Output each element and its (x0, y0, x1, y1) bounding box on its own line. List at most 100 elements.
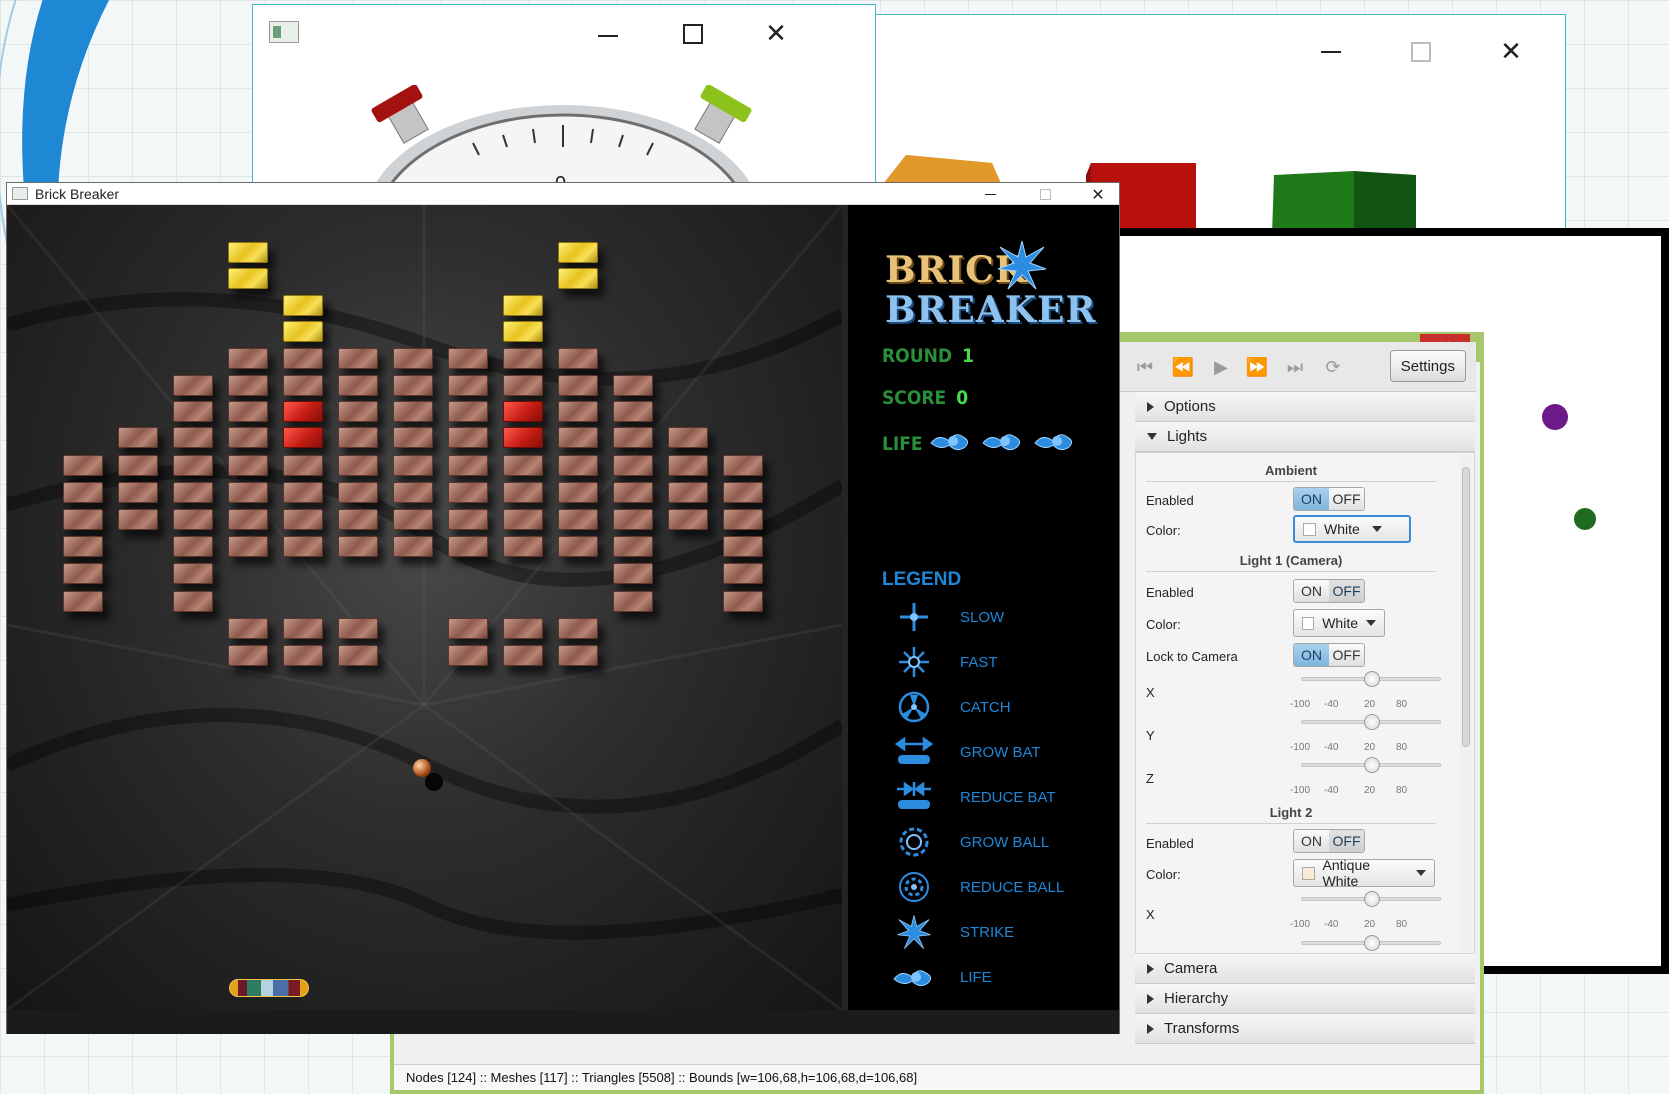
brick (393, 482, 433, 503)
ball (413, 759, 431, 777)
brick (448, 536, 488, 557)
fast-forward-icon[interactable]: ⏩ (1242, 352, 1272, 382)
minimize-button[interactable] (975, 183, 1005, 205)
loop-icon[interactable]: ⟳ (1318, 352, 1348, 382)
rewind-icon[interactable]: ⏪ (1168, 352, 1198, 382)
slider-thumb[interactable] (1364, 757, 1380, 773)
light2-x-slider[interactable] (1301, 891, 1441, 907)
light1-x-slider[interactable] (1301, 671, 1441, 687)
brick-breaker-window: Brick Breaker ✕ BRICK BREAKER ROUND 1 SC… (6, 182, 1120, 1034)
skip-end-icon[interactable]: ⏭ (1280, 352, 1310, 382)
toggle-off[interactable]: OFF (1329, 644, 1364, 666)
toggle-on[interactable]: ON (1294, 580, 1329, 602)
ambient-enabled-toggle[interactable]: ON OFF (1293, 487, 1365, 511)
tick-label: -100 (1290, 699, 1311, 710)
slider-thumb[interactable] (1364, 671, 1380, 687)
brick (613, 563, 653, 584)
brick (558, 509, 598, 530)
brick (63, 482, 103, 503)
minimize-button[interactable] (1316, 37, 1346, 67)
options-pane[interactable]: Options (1135, 392, 1475, 422)
close-button[interactable]: ✕ (1496, 37, 1526, 67)
toggle-off[interactable]: OFF (1329, 580, 1364, 602)
divider (1146, 571, 1436, 572)
brick (613, 509, 653, 530)
game-playfield[interactable] (7, 205, 842, 1010)
maximize-button[interactable] (678, 19, 708, 49)
lock-to-camera-label: Lock to Camera (1146, 649, 1238, 664)
brick-red (503, 427, 543, 448)
close-button[interactable]: ✕ (761, 19, 791, 49)
brick (228, 375, 268, 396)
slider-thumb[interactable] (1364, 935, 1380, 951)
lock-to-camera-toggle[interactable]: ON OFF (1293, 643, 1365, 667)
toggle-off[interactable]: OFF (1329, 488, 1364, 510)
light2-enabled-toggle[interactable]: ON OFF (1293, 829, 1365, 853)
brick (668, 455, 708, 476)
tick-label: -40 (1324, 742, 1339, 753)
legend-label: REDUCE BALL (960, 878, 1065, 896)
tick-label: -40 (1324, 699, 1339, 710)
light2-y-slider[interactable] (1301, 935, 1441, 951)
ambient-title: Ambient (1265, 463, 1317, 478)
light1-y-slider[interactable] (1301, 714, 1441, 730)
strike-icon (892, 912, 936, 952)
brick (118, 455, 158, 476)
brick (613, 375, 653, 396)
slider-thumb[interactable] (1364, 891, 1380, 907)
brick (173, 375, 213, 396)
divider (1146, 481, 1436, 482)
toggle-on[interactable]: ON (1294, 830, 1329, 852)
ambient-color-picker[interactable]: White (1293, 515, 1411, 543)
brick (228, 509, 268, 530)
toggle-off[interactable]: OFF (1329, 830, 1364, 852)
paddle[interactable] (229, 979, 309, 997)
hierarchy-pane[interactable]: Hierarchy (1135, 984, 1475, 1014)
close-button[interactable]: ✕ (1083, 183, 1113, 205)
brick (283, 618, 323, 639)
brick (173, 455, 213, 476)
chevron-down-icon (1416, 870, 1426, 876)
light1-color-picker[interactable]: White (1293, 609, 1385, 637)
camera-pane[interactable]: Camera (1135, 954, 1475, 984)
light1-z-slider[interactable] (1301, 757, 1441, 773)
legend-item: STRIKE (892, 912, 1014, 952)
play-icon[interactable]: ▶ (1206, 352, 1236, 382)
brick (668, 427, 708, 448)
brick (613, 591, 653, 612)
brick-gold (503, 321, 543, 342)
light2-enabled-label: Enabled (1146, 836, 1194, 851)
scrollbar-thumb[interactable] (1462, 467, 1470, 747)
molecule-atom (1574, 508, 1596, 530)
brick (613, 455, 653, 476)
settings-button[interactable]: Settings (1389, 350, 1466, 382)
brick-gold (228, 242, 268, 263)
brick (63, 591, 103, 612)
window-title: Brick Breaker (35, 186, 120, 202)
brick (558, 375, 598, 396)
slider-thumb[interactable] (1364, 714, 1380, 730)
brick-gold (228, 268, 268, 289)
light1-enabled-toggle[interactable]: ON OFF (1293, 579, 1365, 603)
scrollbar[interactable] (1460, 455, 1472, 951)
transforms-pane[interactable]: Transforms (1135, 1014, 1475, 1044)
light2-color-picker[interactable]: Antique White (1293, 857, 1435, 889)
round-label: ROUND (882, 345, 953, 367)
minimize-button[interactable] (593, 19, 623, 49)
light1-y-label: Y (1146, 728, 1155, 743)
reduce-ball-icon (892, 867, 936, 907)
lights-pane[interactable]: Lights (1135, 422, 1475, 452)
light1-z-label: Z (1146, 771, 1154, 786)
brick (723, 591, 763, 612)
maximize-button[interactable] (1406, 37, 1436, 67)
stopwatch-window: ✕ 0 (252, 4, 876, 194)
toggle-on[interactable]: ON (1294, 644, 1329, 666)
brick (393, 401, 433, 422)
legend-label: CATCH (960, 698, 1011, 716)
toggle-on[interactable]: ON (1294, 488, 1329, 510)
brick-gold (558, 268, 598, 289)
maximize-button[interactable] (1030, 183, 1060, 205)
brick (668, 482, 708, 503)
skip-start-icon[interactable]: ⏮ (1130, 352, 1160, 382)
brick (448, 645, 488, 666)
